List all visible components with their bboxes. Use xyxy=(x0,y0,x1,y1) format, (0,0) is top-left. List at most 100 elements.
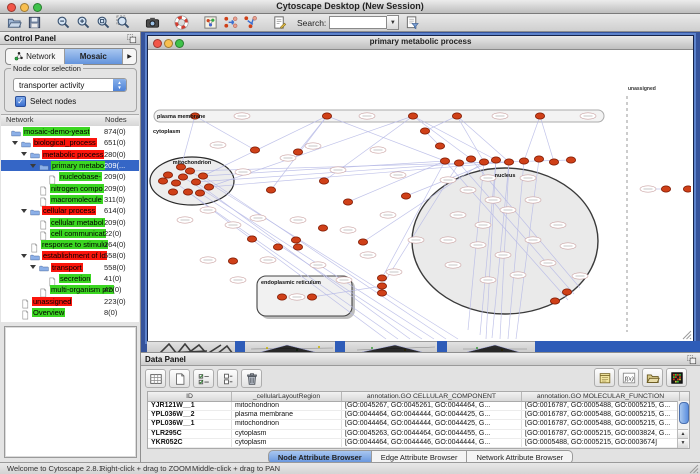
gene-node[interactable] xyxy=(440,237,456,243)
tree-row-secretion[interactable]: secretion41(0) xyxy=(1,273,139,284)
layout-b-button[interactable] xyxy=(242,14,259,31)
selected-gene-node[interactable] xyxy=(293,149,302,155)
scrollbar-thumb[interactable] xyxy=(679,402,689,424)
selected-gene-node[interactable] xyxy=(191,179,200,185)
gene-node[interactable] xyxy=(495,252,511,258)
grid-button[interactable] xyxy=(145,369,166,388)
selected-gene-node[interactable] xyxy=(307,294,316,300)
selected-gene-node[interactable] xyxy=(377,275,386,281)
selected-gene-node[interactable] xyxy=(266,187,275,193)
new-doc-button[interactable] xyxy=(169,369,190,388)
gene-node[interactable] xyxy=(235,169,251,175)
gene-node[interactable] xyxy=(492,113,508,119)
tree-row-cellular-process[interactable]: cellular process614(0) xyxy=(1,205,139,216)
selected-gene-node[interactable] xyxy=(358,239,367,245)
tree-row-cellular-metabol[interactable]: cellular metabol209(0) xyxy=(1,216,139,227)
selected-gene-node[interactable] xyxy=(273,244,282,250)
gene-node[interactable] xyxy=(408,237,424,243)
gene-node[interactable] xyxy=(290,217,306,223)
tree-row-transport[interactable]: transport558(0) xyxy=(1,262,139,273)
gene-node[interactable] xyxy=(390,172,406,178)
resize-grip-icon[interactable] xyxy=(682,330,692,340)
gene-node[interactable] xyxy=(480,175,496,181)
selected-gene-node[interactable] xyxy=(504,159,513,165)
expander-icon[interactable] xyxy=(21,254,27,258)
expander-icon[interactable] xyxy=(30,164,36,168)
gene-node[interactable] xyxy=(280,155,296,161)
selected-gene-node[interactable] xyxy=(562,289,571,295)
selected-gene-node[interactable] xyxy=(204,184,213,190)
select-nodes-checkbox[interactable]: ✓ xyxy=(15,96,26,107)
gene-node[interactable] xyxy=(475,222,491,228)
gene-node[interactable] xyxy=(260,257,276,263)
gene-node[interactable] xyxy=(480,277,496,283)
gene-node[interactable] xyxy=(485,197,501,203)
filter-button[interactable] xyxy=(404,14,421,31)
gene-node[interactable] xyxy=(520,175,536,181)
selected-gene-node[interactable] xyxy=(491,157,500,163)
edge[interactable] xyxy=(524,116,540,161)
zoom-in-button[interactable] xyxy=(75,14,92,31)
table-scrollbar[interactable]: ▲ ▼ xyxy=(677,401,689,448)
combo-stepper-icon[interactable]: ▲▼ xyxy=(113,78,126,92)
selected-gene-node[interactable] xyxy=(661,186,670,192)
selected-gene-node[interactable] xyxy=(401,193,410,199)
selected-gene-node[interactable] xyxy=(250,147,259,153)
snapshot-button[interactable] xyxy=(144,14,161,31)
folder-open-button[interactable] xyxy=(642,368,663,387)
gene-node[interactable] xyxy=(289,294,305,300)
gene-node[interactable] xyxy=(510,272,526,278)
gene-node[interactable] xyxy=(234,113,250,119)
gene-node[interactable] xyxy=(540,260,556,266)
selected-gene-node[interactable] xyxy=(343,199,352,205)
selected-gene-node[interactable] xyxy=(318,225,327,231)
edge[interactable] xyxy=(457,116,509,162)
gene-node[interactable] xyxy=(580,113,596,119)
gene-node[interactable] xyxy=(380,212,396,218)
table-row[interactable]: YDR039C__1mitochondrion[GO:0044464, GO:0… xyxy=(148,448,689,449)
edge[interactable] xyxy=(457,116,484,162)
search-input[interactable] xyxy=(329,16,387,29)
gene-node[interactable] xyxy=(200,207,216,213)
gene-node[interactable] xyxy=(340,227,356,233)
gene-node[interactable] xyxy=(640,186,656,192)
selected-gene-node[interactable] xyxy=(377,290,386,296)
gene-node[interactable] xyxy=(370,147,386,153)
save-button[interactable] xyxy=(26,14,43,31)
column-header-0[interactable]: ID xyxy=(148,392,232,401)
pair-squares-button[interactable] xyxy=(217,369,238,388)
birds-eye-view[interactable] xyxy=(4,326,137,458)
tree-row-biological-process[interactable]: biological_process651(0) xyxy=(1,137,139,148)
vizmapper-button[interactable] xyxy=(202,14,219,31)
open-folder-button[interactable] xyxy=(6,14,23,31)
selected-gene-node[interactable] xyxy=(683,186,691,192)
tree-row-metabolic-process[interactable]: metabolic process280(0) xyxy=(1,149,139,160)
selected-gene-node[interactable] xyxy=(163,172,172,178)
matrix-button[interactable] xyxy=(666,368,687,387)
expander-icon[interactable] xyxy=(12,141,18,145)
selected-gene-node[interactable] xyxy=(168,189,177,195)
window-resize-grip-icon[interactable] xyxy=(689,464,699,474)
selected-gene-node[interactable] xyxy=(479,159,488,165)
gene-node[interactable] xyxy=(470,242,486,248)
node-color-combo[interactable]: transporter activity ▲▼ xyxy=(13,78,127,92)
tab-overflow-icon[interactable]: ▶ xyxy=(123,49,136,64)
selected-gene-node[interactable] xyxy=(435,143,444,149)
search-dropdown-icon[interactable]: ▼ xyxy=(387,15,399,30)
tree-row-cell-communicat[interactable]: cell communicat22(0) xyxy=(1,228,139,239)
gene-node[interactable] xyxy=(525,197,541,203)
expander-icon[interactable] xyxy=(21,152,27,156)
help-button[interactable] xyxy=(173,14,190,31)
checklist-button[interactable] xyxy=(193,369,214,388)
selected-gene-node[interactable] xyxy=(228,258,237,264)
zoom-out-button[interactable] xyxy=(55,14,72,31)
tree-row-multi-organism-pro[interactable]: multi-organism pro42(0) xyxy=(1,284,139,295)
notepad-button[interactable] xyxy=(594,368,615,387)
selected-gene-node[interactable] xyxy=(247,236,256,242)
selected-gene-node[interactable] xyxy=(158,178,167,184)
gene-node[interactable] xyxy=(210,142,226,148)
scroll-down-icon[interactable]: ▼ xyxy=(678,438,688,448)
frame-titlebar[interactable]: primary metabolic process xyxy=(148,36,693,50)
selected-gene-node[interactable] xyxy=(322,113,331,119)
float-panel-icon[interactable] xyxy=(687,355,697,365)
